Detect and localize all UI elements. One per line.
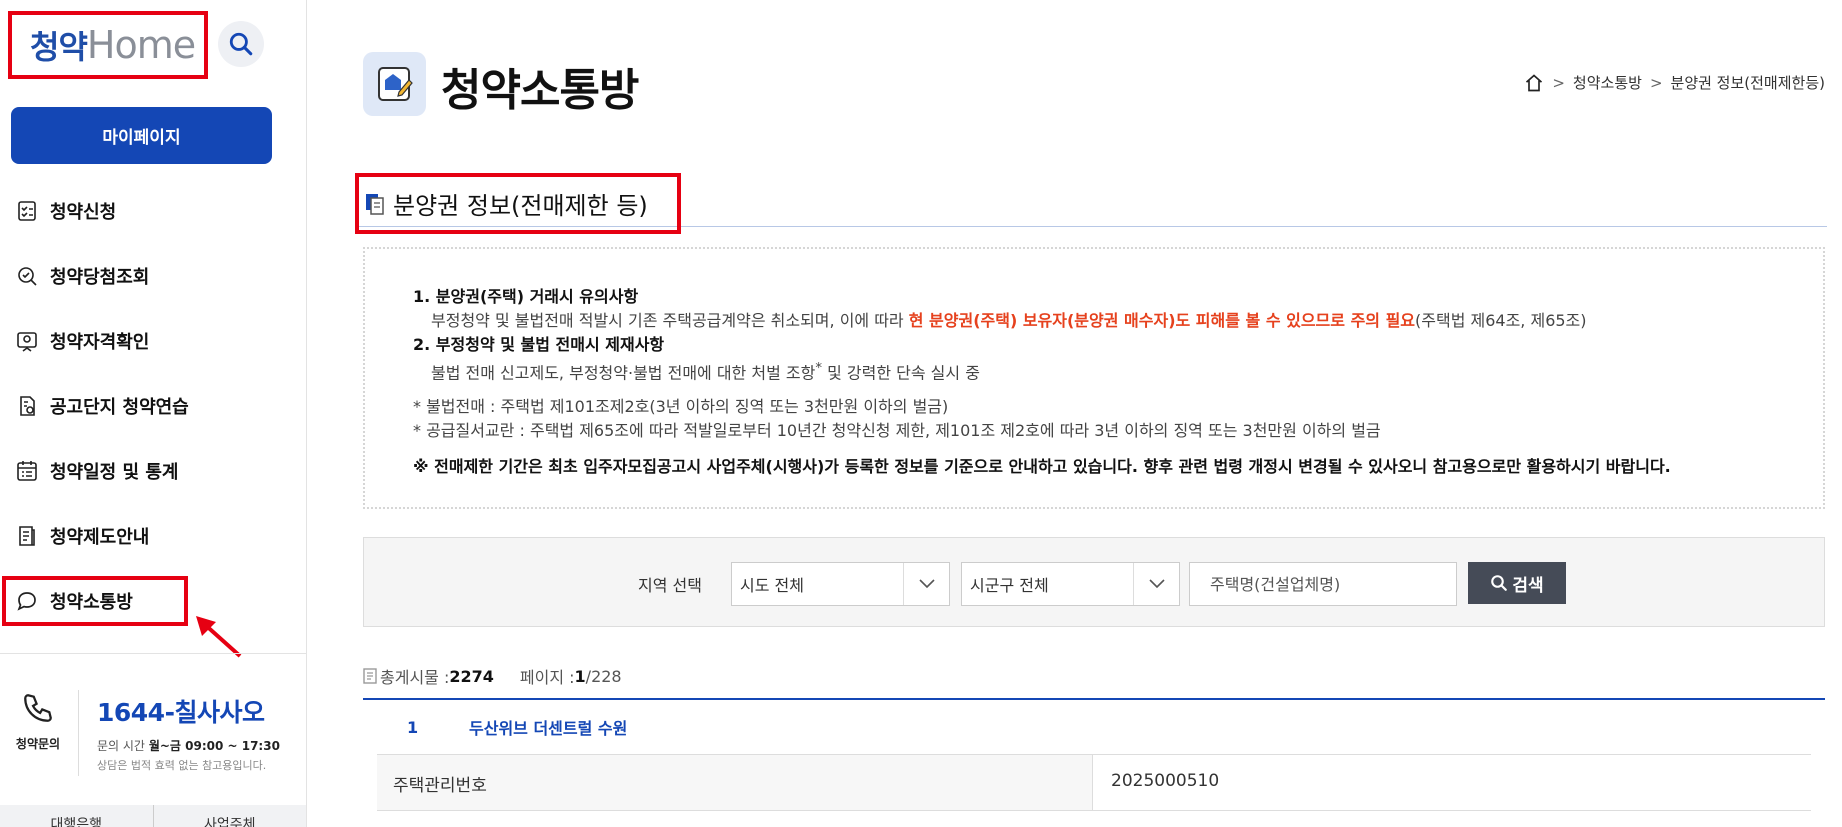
tab-banks[interactable]: 대행은행 bbox=[0, 805, 154, 827]
contact-number: 1644-칠사사오 bbox=[97, 698, 265, 727]
notice-item1-title: 1. 분양권(주택) 거래시 유의사항 bbox=[413, 287, 639, 306]
notice-item1-text: 부정청약 및 불법전매 적발시 기존 주택공급계약은 취소되며, 이에 따라 현… bbox=[413, 309, 1775, 333]
search-bar: 지역 선택 시도 전체 시군구 전체 검색 bbox=[363, 537, 1825, 627]
sidebar-nav: 청약신청 청약당첨조회 청약자격확인 공고단지 청약연습 청약일정 및 통계 청… bbox=[0, 178, 306, 633]
home-icon[interactable] bbox=[1524, 73, 1544, 93]
region-label: 지역 선택 bbox=[638, 576, 702, 595]
sido-value: 시도 전체 bbox=[740, 576, 804, 595]
list-item[interactable]: 1 두산위브 더센트럴 수원 bbox=[363, 700, 1825, 754]
breadcrumb-item-community[interactable]: 청약소통방 bbox=[1573, 72, 1642, 93]
list-doc-icon bbox=[363, 668, 377, 684]
sidebar-item-winner-check[interactable]: 청약당첨조회 bbox=[0, 243, 306, 308]
contact-section: 청약문의 1644-칠사사오 문의 시간 월~금 09:00 ~ 17:30 상… bbox=[0, 653, 306, 805]
sidebar-item-apply[interactable]: 청약신청 bbox=[0, 178, 306, 243]
breadcrumb: > 청약소통방 > 분양권 정보(전매제한등) bbox=[1524, 72, 1825, 93]
detail-key: 주택관리번호 bbox=[377, 755, 1093, 811]
list-item-detail: 주택관리번호 2025000510 bbox=[377, 754, 1811, 827]
sidebar-item-label: 청약당첨조회 bbox=[50, 266, 150, 288]
sidebar-bottom-tabs: 대행은행 사업주체 bbox=[0, 805, 306, 827]
notice-highlight: 현 분양권(주택) 보유자(분양권 매수자)도 피해를 볼 수 있으므로 주의 … bbox=[908, 311, 1416, 330]
checklist-icon bbox=[14, 198, 40, 224]
page-label: 페이지 : bbox=[519, 668, 575, 687]
sidebar-item-label: 청약신청 bbox=[50, 201, 117, 223]
notice-footnote-1: * 불법전매 : 주택법 제101조제2호(3년 이하의 징역 또는 3천만원 … bbox=[413, 397, 949, 417]
total-value: 2274 bbox=[449, 666, 494, 686]
post-counts: 총게시물 : 2274 페이지 : 1/228 bbox=[363, 664, 622, 688]
contact-label: 청약문의 bbox=[15, 737, 61, 751]
contact-phone-block[interactable]: 청약문의 bbox=[0, 691, 76, 752]
contact-note: 상담은 법적 효력 없는 참고용입니다. bbox=[97, 759, 267, 772]
hours-prefix: 문의 시간 bbox=[97, 739, 145, 753]
page-title: 청약소통방 bbox=[441, 65, 639, 116]
calendar-list-icon bbox=[14, 458, 40, 484]
search-icon bbox=[1491, 575, 1508, 591]
tab-developers[interactable]: 사업주체 bbox=[154, 805, 307, 827]
chevron-right-icon: > bbox=[1552, 73, 1565, 92]
notice-item2-text: 불법 전매 신고제도, 부정청약·불법 전매에 대한 처벌 조항* 및 강력한 … bbox=[413, 357, 1775, 385]
house-name-input[interactable] bbox=[1189, 562, 1457, 606]
search-button[interactable] bbox=[218, 21, 264, 67]
detail-value: 2025000510 bbox=[1093, 755, 1811, 811]
practice-icon bbox=[14, 393, 40, 419]
logo-text: 청약Home bbox=[30, 22, 196, 68]
section-header: 분양권 정보(전매제한 등) bbox=[355, 173, 1827, 234]
sidebar-item-label: 청약자격확인 bbox=[50, 331, 150, 353]
sidebar-item-community[interactable]: 청약소통방 bbox=[0, 568, 306, 633]
sidebar: 청약Home 마이페이지 청약신청 청약당첨조회 청약자격확인 공고단지 청약연… bbox=[0, 0, 307, 827]
sidebar-item-guide[interactable]: 청약제도안내 bbox=[0, 503, 306, 568]
page-icon bbox=[363, 52, 426, 116]
id-check-icon bbox=[14, 328, 40, 354]
chevron-down-icon bbox=[903, 563, 949, 605]
board-note-icon bbox=[377, 67, 413, 101]
footnote-mark: * bbox=[815, 361, 823, 376]
notice-text: 불법 전매 신고제도, 부정청약·불법 전매에 대한 처벌 조항 bbox=[431, 363, 816, 383]
list-item-number: 1 bbox=[407, 717, 419, 737]
notice-box: 1. 분양권(주택) 거래시 유의사항 부정청약 및 불법전매 적발시 기존 주… bbox=[363, 247, 1825, 509]
chevron-right-icon: > bbox=[1649, 73, 1663, 92]
section-title: 분양권 정보(전매제한 등) bbox=[393, 192, 648, 220]
sigungu-value: 시군구 전체 bbox=[970, 576, 1049, 595]
notice-warning: ※ 전매제한 기간은 최초 입주자모집공고시 사업주체(시행사)가 등록한 정보… bbox=[413, 457, 1671, 477]
sidebar-item-label: 공고단지 청약연습 bbox=[50, 396, 189, 418]
breadcrumb-item-current[interactable]: 분양권 정보(전매제한등) bbox=[1671, 72, 1825, 93]
total-label: 총게시물 : bbox=[380, 668, 450, 687]
notice-item2-title: 2. 부정청약 및 불법 전매시 제재사항 bbox=[413, 335, 665, 354]
logo-en: Home bbox=[86, 23, 196, 67]
notice-text: 및 강력한 단속 실시 중 bbox=[822, 363, 980, 383]
notice-footnote-2: * 공급질서교란 : 주택법 제65조에 따라 적발일로부터 10년간 청약신청… bbox=[413, 421, 1381, 441]
notice-text: (주택법 제64조, 제65조) bbox=[1415, 311, 1587, 330]
search-icon bbox=[229, 32, 253, 56]
mypage-button[interactable]: 마이페이지 bbox=[11, 107, 272, 164]
sidebar-item-label: 청약소통방 bbox=[50, 591, 133, 613]
list-item-title[interactable]: 두산위브 더센트럴 수원 bbox=[469, 715, 627, 739]
document-icon bbox=[14, 523, 40, 549]
sidebar-item-label: 청약일정 및 통계 bbox=[50, 461, 179, 483]
notice-text: 부정청약 및 불법전매 적발시 기존 주택공급계약은 취소되며, 이에 따라 bbox=[431, 311, 909, 330]
search-submit-button[interactable]: 검색 bbox=[1468, 562, 1566, 604]
sidebar-item-schedule[interactable]: 청약일정 및 통계 bbox=[0, 438, 306, 503]
search-submit-label: 검색 bbox=[1512, 575, 1544, 595]
sidebar-item-practice[interactable]: 공고단지 청약연습 bbox=[0, 373, 306, 438]
chevron-down-icon bbox=[1133, 563, 1179, 605]
contact-hours: 문의 시간 월~금 09:00 ~ 17:30 bbox=[97, 737, 280, 754]
sidebar-item-label: 청약제도안내 bbox=[50, 526, 150, 548]
page-total: /228 bbox=[585, 666, 622, 686]
section-doc-icon bbox=[366, 193, 384, 215]
logo-ko: 청약 bbox=[30, 28, 88, 66]
check-search-icon bbox=[14, 263, 40, 289]
divider bbox=[78, 690, 79, 776]
page-current: 1 bbox=[574, 666, 586, 686]
chat-bubble-icon bbox=[14, 588, 40, 614]
section-title-highlight: 분양권 정보(전매제한 등) bbox=[355, 173, 681, 234]
sigungu-select[interactable]: 시군구 전체 bbox=[961, 562, 1180, 606]
hours-value: 월~금 09:00 ~ 17:30 bbox=[148, 739, 280, 753]
site-logo[interactable]: 청약Home bbox=[8, 11, 208, 79]
phone-icon bbox=[24, 694, 52, 722]
sidebar-item-eligibility[interactable]: 청약자격확인 bbox=[0, 308, 306, 373]
sido-select[interactable]: 시도 전체 bbox=[731, 562, 950, 606]
